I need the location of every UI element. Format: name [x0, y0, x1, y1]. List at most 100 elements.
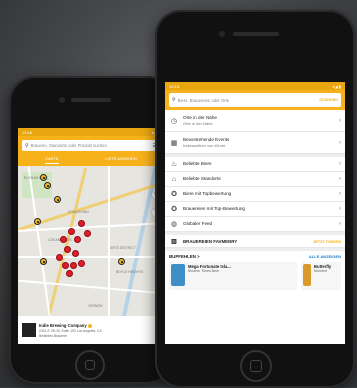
beer-carousel: Mega Fortunate Isla... Modern Times Beer… — [165, 262, 345, 290]
menu-item-title: Globaler Feed — [183, 221, 213, 227]
brewery-pin[interactable] — [34, 218, 41, 225]
brewery-pin[interactable] — [40, 258, 47, 265]
status-bar: 13:18 ▾◢ ▮ — [18, 128, 164, 136]
menu-item-popular-beers[interactable]: ♨ Beliebte Biere › — [165, 157, 345, 172]
menu-item-title: Biere mit Topbewertung — [183, 191, 232, 197]
app-bar: ⚲ Biere, Brauereien oder Orte SCANNEN — [165, 90, 345, 110]
menu-item-nearby[interactable]: ◷ Orte in der Nähe Orte in der Nähe › — [165, 110, 345, 132]
menu-item-top-breweries[interactable]: ✪ Brauereien mit Top-Bewertung › — [165, 202, 345, 217]
venue-pin[interactable] — [68, 228, 75, 235]
map-road — [18, 279, 164, 295]
menu-item-title: Brauereien mit Top-Bewertung — [183, 206, 245, 212]
tab-list[interactable]: LISTE ANSEHEN — [105, 156, 136, 164]
brewery-name: Indie Brewing Company — [39, 323, 87, 328]
phone-right: 13:18 ▾◢ ▮ ⚲ Biere, Brauereien oder Orte… — [155, 10, 355, 388]
section-title[interactable]: BUPFEHLEN > — [169, 254, 200, 259]
map-view[interactable]: ELYSIAN PARK CHINATOWN ARTS DISTRICT BOY… — [18, 166, 164, 316]
menu-item-events[interactable]: ▦ Bevorstehende Events Indiesanfiren von… — [165, 132, 345, 154]
scan-button[interactable]: SCANNEN — [319, 98, 338, 102]
map-label: ARTS DISTRICT — [110, 246, 136, 250]
search-placeholder: Biere, Brauereien oder Orte — [177, 97, 230, 103]
front-camera — [59, 97, 65, 103]
tab-bar: KARTE LISTE ANSEHEN — [22, 156, 160, 164]
chevron-right-icon: › — [339, 161, 341, 167]
speaker-grille — [233, 32, 279, 36]
status-time: 13:18 — [22, 129, 33, 135]
menu-item-subtitle: Indiesanfiren von löt.net — [183, 142, 226, 148]
brewery-pin[interactable] — [44, 182, 51, 189]
home-button[interactable] — [240, 350, 272, 382]
discover-screen: 13:18 ▾◢ ▮ ⚲ Biere, Brauereien oder Orte… — [165, 82, 345, 344]
brewery-pin[interactable] — [54, 196, 61, 203]
app-bar: ⚲ Brauerei, Standorte oder Produkt suche… — [18, 136, 164, 166]
calendar-icon: ▦ — [170, 139, 178, 147]
phone-left: 13:18 ▾◢ ▮ ⚲ Brauerei, Standorte oder Pr… — [9, 76, 173, 384]
search-icon: ⚲ — [172, 97, 176, 103]
verified-badge-icon — [87, 323, 92, 328]
brewery-finder-bar: ▥ BRAUEREIEN FAVMENRY JETZT FINDEN — [165, 235, 345, 248]
beer-card[interactable]: Mega Fortunate Isla... Modern Times Beer — [169, 262, 297, 290]
brewery-pin[interactable] — [40, 174, 47, 181]
search-input[interactable]: ⚲ Brauerei, Standorte oder Produkt suche… — [22, 140, 160, 151]
venue-pin[interactable] — [78, 220, 85, 227]
beer-card[interactable]: Butterfly Muinfort — [301, 262, 341, 290]
chevron-right-icon: › — [339, 117, 341, 124]
venue-pin[interactable] — [66, 270, 73, 277]
beer-brewery: Muinfort — [314, 269, 327, 273]
discover-menu: ◷ Orte in der Nähe Orte in der Nähe › ▦ … — [165, 110, 345, 290]
building-icon: ▥ — [171, 238, 177, 245]
show-all-link[interactable]: ALLE ANZEIGEN — [309, 254, 341, 259]
find-now-link[interactable]: JETZT FINDEN — [313, 239, 341, 244]
chevron-right-icon: › — [339, 139, 341, 146]
globe-icon: ◍ — [170, 221, 178, 228]
chevron-right-icon: › — [339, 191, 341, 197]
menu-item-title: Beliebte Biere — [183, 161, 212, 167]
menu-item-global-feed[interactable]: ◍ Globaler Feed › — [165, 217, 345, 232]
brewery-address: 2341 E 7th St, Suite 100 Los Angeles, CA — [39, 329, 102, 333]
search-placeholder: Brauerei, Standorte oder Produkt suchen — [30, 143, 107, 148]
venue-pin[interactable] — [56, 254, 63, 261]
venue-pin[interactable] — [70, 262, 77, 269]
venue-pin[interactable] — [78, 260, 85, 267]
brewery-pin[interactable] — [118, 258, 125, 265]
beer-icon: ♨ — [170, 161, 178, 168]
status-time: 13:18 — [169, 83, 180, 89]
front-camera — [219, 31, 225, 37]
status-bar: 13:18 ▾◢ ▮ — [165, 82, 345, 90]
tab-map[interactable]: KARTE — [45, 156, 59, 164]
chevron-right-icon: › — [339, 206, 341, 212]
compass-icon: ◷ — [170, 117, 178, 125]
venue-pin[interactable] — [72, 250, 79, 257]
venue-pin[interactable] — [64, 246, 71, 253]
map-screen: 13:18 ▾◢ ▮ ⚲ Brauerei, Standorte oder Pr… — [18, 128, 164, 344]
award-icon: ✪ — [171, 191, 177, 198]
recommendations-header: BUPFEHLEN > ALLE ANZEIGEN — [165, 251, 345, 262]
status-icons: ▾◢ ▮ — [332, 83, 341, 89]
menu-item-subtitle: Orte in der Nähe — [183, 120, 213, 126]
map-label: VERNON — [88, 304, 103, 308]
menu-item-popular-locations[interactable]: ⌂ Beliebte Standorte › — [165, 172, 345, 187]
chevron-right-icon: › — [339, 221, 341, 227]
brewery-card[interactable]: Indie Brewing Company 2341 E 7th St, Sui… — [18, 316, 164, 344]
beer-label-image — [303, 264, 311, 286]
brewery-logo — [22, 323, 36, 337]
brewery-finder-label: BRAUEREIEN FAVMENRY — [183, 238, 238, 244]
brewery-note: Beliebtes Brauerei — [39, 334, 67, 339]
venue-pin[interactable] — [84, 230, 91, 237]
search-input[interactable]: ⚲ Biere, Brauereien oder Orte SCANNEN — [169, 93, 341, 107]
search-icon: ⚲ — [25, 142, 29, 149]
menu-item-top-beers[interactable]: ✪ Biere mit Topbewertung › — [165, 187, 345, 202]
map-road — [108, 166, 110, 316]
venue-pin[interactable] — [62, 262, 69, 269]
home-button[interactable] — [75, 350, 105, 380]
speaker-grille — [71, 98, 111, 102]
venue-pin[interactable] — [74, 236, 81, 243]
menu-item-title: Beliebte Standorte — [183, 176, 221, 182]
award-icon: ✪ — [171, 206, 177, 213]
map-label: CHINATOWN — [68, 210, 89, 214]
chevron-right-icon: › — [339, 176, 341, 182]
beer-brewery: Modern Times Beer — [188, 269, 220, 273]
store-icon: ⌂ — [171, 175, 177, 183]
venue-pin[interactable] — [60, 236, 67, 243]
beer-label-image — [171, 264, 185, 286]
